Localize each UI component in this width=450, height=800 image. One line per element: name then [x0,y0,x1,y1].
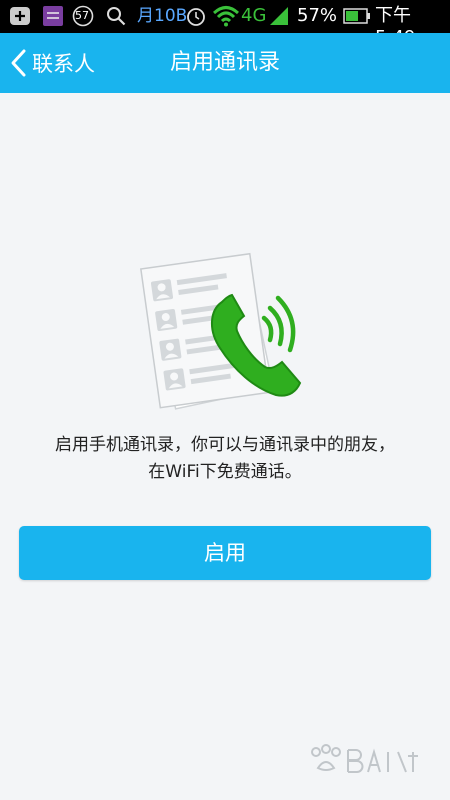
plus-icon [10,7,30,25]
enable-button[interactable]: 启用 [19,526,431,580]
chevron-left-icon [11,49,26,77]
contacts-phone-illustration [140,252,302,410]
status-bar: 57 月10B 4G 57% 下午5:49 [0,0,450,48]
network-speed: 月10B [137,6,188,26]
wifi-icon [213,6,239,27]
header-bar: 联系人 启用通讯录 [0,33,450,93]
battery-icon [343,8,370,24]
alarm-icon [187,8,205,26]
back-button[interactable]: 联系人 [6,33,126,93]
watermark-logo [311,744,418,773]
notification-count: 57 [75,9,89,22]
battery-percent: 57% [297,5,338,26]
description-text: 启用手机通讯录，你可以与通讯录中的朋友，在WiFi下免费通话。 [55,435,395,482]
app-notification-icon [43,6,63,26]
network-type: 4G [241,5,267,26]
back-label: 联系人 [32,52,95,76]
search-icon [107,7,126,26]
signal-icon [270,7,288,25]
